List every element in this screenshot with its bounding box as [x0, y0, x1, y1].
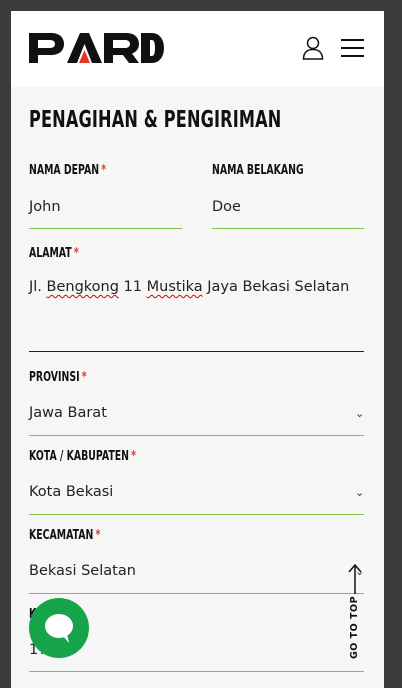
- chevron-down-icon[interactable]: ⌄: [355, 486, 364, 499]
- go-to-top-button[interactable]: GO TO TOP: [341, 563, 371, 663]
- chevron-down-icon[interactable]: ⌄: [355, 407, 364, 420]
- first-name-input[interactable]: John: [29, 199, 61, 215]
- city-label: KOTA / KABUPATEN *: [29, 449, 137, 464]
- district-select[interactable]: Bekasi Selatan: [29, 563, 136, 579]
- first-name-underline: [29, 228, 182, 229]
- site-header: [11, 11, 384, 87]
- province-select[interactable]: Jawa Barat: [29, 405, 107, 421]
- address-label: ALAMAT *: [29, 246, 79, 261]
- go-to-top-label: GO TO TOP: [349, 595, 360, 659]
- first-name-label: NAMA DEPAN *: [29, 163, 107, 178]
- chat-button[interactable]: [29, 598, 89, 658]
- address-textarea[interactable]: Jl. Bengkong 11 Mustika Jaya Bekasi Sela…: [29, 279, 349, 295]
- city-select[interactable]: Kota Bekasi: [29, 484, 113, 500]
- district-label: KECAMATAN *: [29, 528, 101, 543]
- province-underline: [29, 435, 364, 436]
- arrow-up-icon: [348, 563, 362, 594]
- last-name-input[interactable]: Doe: [212, 199, 241, 215]
- pard-logo[interactable]: [29, 33, 164, 67]
- page-title: PENAGIHAN & PENGIRIMAN: [29, 107, 282, 133]
- postal-code-underline: [29, 671, 364, 672]
- district-underline: [29, 593, 364, 594]
- last-name-label: NAMA BELAKANG: [212, 163, 304, 178]
- hamburger-menu-icon[interactable]: [341, 39, 364, 63]
- chat-bubble-icon: [45, 614, 73, 643]
- checkout-page: PENAGIHAN & PENGIRIMAN NAMA DEPAN * John …: [11, 11, 384, 688]
- address-underline: [29, 351, 364, 352]
- last-name-underline: [212, 228, 364, 229]
- user-icon[interactable]: [302, 36, 324, 64]
- city-underline: [29, 514, 364, 515]
- province-label: PROVINSI *: [29, 370, 87, 385]
